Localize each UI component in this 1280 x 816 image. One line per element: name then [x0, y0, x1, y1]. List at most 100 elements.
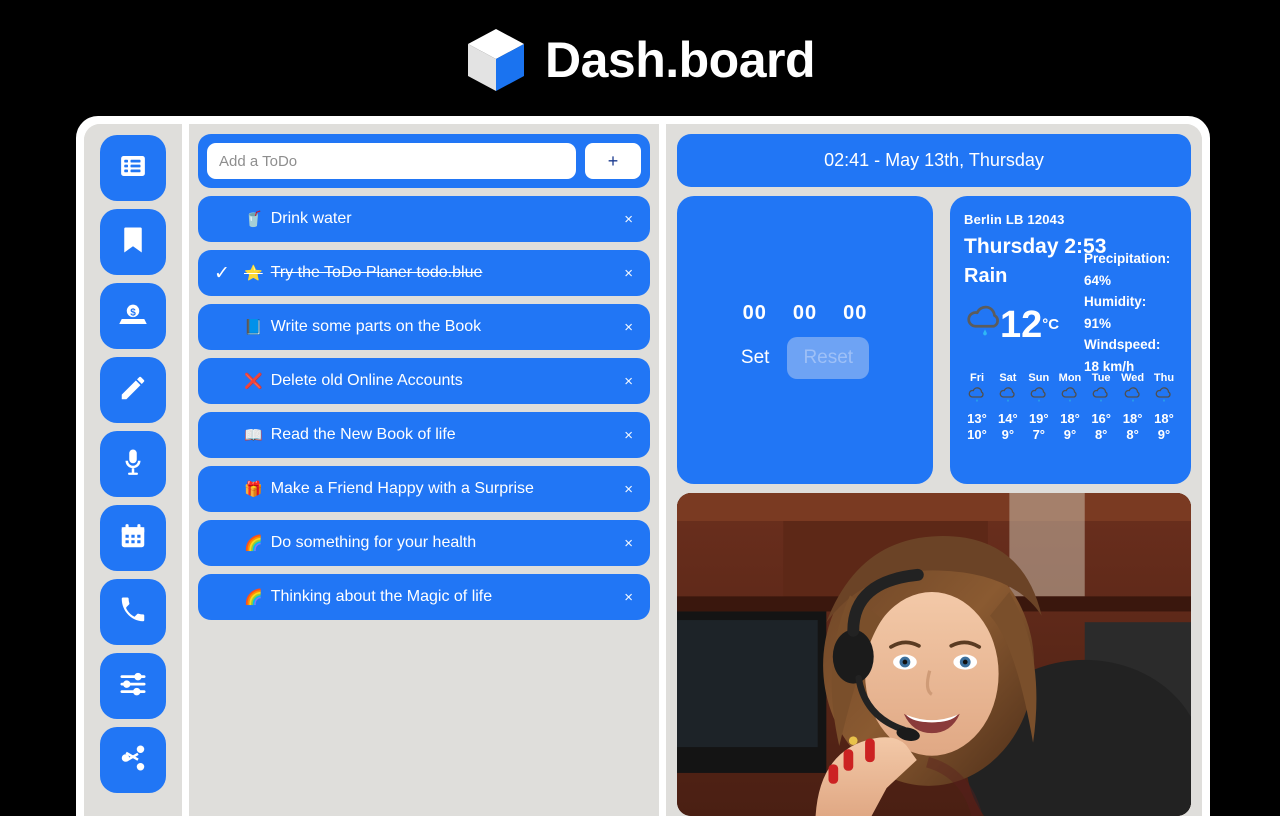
- todo-item[interactable]: ❌ Delete old Online Accounts ×: [198, 358, 650, 404]
- todo-item[interactable]: 🌈 Thinking about the Magic of life ×: [198, 574, 650, 620]
- weather-forecast: Fri 13° 10° Sat 14° 9° Sun 19° 7° Mon 18° 9° Tue 16° 8…: [964, 372, 1177, 442]
- share-icon: [118, 743, 148, 778]
- rain-cloud-icon: [964, 301, 1000, 348]
- todo-delete-icon[interactable]: ×: [621, 211, 636, 228]
- todo-text: Make a Friend Happy with a Surprise: [270, 480, 534, 497]
- pencil-icon: [118, 373, 148, 408]
- weather-current: 12 °C Precipitation: 64% Humidity: 91% W…: [964, 251, 1177, 378]
- page-title: Dash.board: [544, 32, 816, 88]
- todo-delete-icon[interactable]: ×: [621, 319, 636, 336]
- rain-cloud-icon: [997, 385, 1019, 410]
- todo-text: Write some parts on the Book: [270, 318, 482, 335]
- app-window: $ Add a ToDo + 🥤 Drink water × ✓ ⭐ Try t…: [76, 116, 1210, 816]
- forecast-low: 9°: [1063, 426, 1077, 442]
- todo-delete-icon[interactable]: ×: [621, 265, 636, 282]
- todo-item[interactable]: 📖 Read the New Book of life ×: [198, 412, 650, 458]
- forecast-high: 14°: [998, 410, 1018, 426]
- weather-humidity: Humidity: 91%: [1084, 294, 1147, 331]
- forecast-low: 8°: [1126, 426, 1139, 442]
- sidebar-item-calendar[interactable]: [100, 505, 166, 571]
- forecast-day: Mon 18° 9°: [1059, 372, 1082, 442]
- calendar-icon: [118, 521, 148, 556]
- forecast-low: 9°: [1001, 426, 1015, 442]
- money-icon: $: [118, 299, 148, 334]
- todo-emoji-icon: 📖: [244, 426, 263, 444]
- todo-delete-icon[interactable]: ×: [621, 373, 636, 390]
- todo-item[interactable]: 🥤 Drink water ×: [198, 196, 650, 242]
- timer-minutes[interactable]: 00: [793, 302, 817, 325]
- forecast-high: 16°: [1091, 410, 1111, 426]
- timer-seconds[interactable]: 00: [843, 302, 867, 325]
- sidebar-item-settings[interactable]: [100, 653, 166, 719]
- todo-item[interactable]: 📘 Write some parts on the Book ×: [198, 304, 650, 350]
- office-photo: [677, 493, 1191, 816]
- todo-label: 🥤 Drink water: [244, 210, 621, 228]
- list-icon: [118, 151, 148, 186]
- todo-emoji-icon: 🎁: [244, 480, 263, 498]
- todo-label: ⭐ Try the ToDo Planer todo.blue: [244, 264, 621, 282]
- forecast-day-label: Wed: [1121, 371, 1145, 384]
- rain-cloud-icon: [1059, 385, 1081, 410]
- forecast-day-label: Fri: [969, 371, 985, 384]
- forecast-day-label: Thu: [1153, 371, 1175, 384]
- todo-list: 🥤 Drink water × ✓ ⭐ Try the ToDo Planer todo.…: [198, 196, 650, 620]
- timer-hours[interactable]: 00: [743, 302, 767, 325]
- weather-widget: Berlin LB 12043 Thursday 2:53 Rain 12 °C…: [950, 196, 1191, 484]
- add-todo-button[interactable]: +: [585, 143, 641, 179]
- sidebar-item-bookmarks[interactable]: [100, 209, 166, 275]
- todo-item[interactable]: 🎁 Make a Friend Happy with a Surprise ×: [198, 466, 650, 512]
- todo-delete-icon[interactable]: ×: [621, 427, 636, 444]
- todo-text: Read the New Book of life: [270, 426, 456, 443]
- add-todo-bar: +: [198, 134, 650, 188]
- forecast-low: 8°: [1094, 426, 1108, 442]
- todo-text: Do something for your health: [270, 534, 477, 551]
- todo-label: ❌ Delete old Online Accounts: [244, 372, 621, 390]
- todo-delete-icon[interactable]: ×: [621, 589, 636, 606]
- sidebar-item-finance[interactable]: $: [100, 283, 166, 349]
- sidebar-item-calls[interactable]: [100, 579, 166, 645]
- add-todo-input[interactable]: [207, 143, 576, 179]
- weather-stats: Precipitation: 64% Humidity: 91% Windspe…: [1084, 248, 1177, 378]
- timer-widget: 00 00 00 Set Reset: [677, 196, 933, 484]
- todo-emoji-icon: 📘: [244, 318, 263, 336]
- forecast-day: Tue 16° 8°: [1090, 372, 1112, 442]
- forecast-low: 7°: [1032, 426, 1045, 442]
- timer-set-button[interactable]: Set: [741, 347, 770, 369]
- forecast-high: 18°: [1154, 410, 1174, 426]
- forecast-day-label: Mon: [1058, 371, 1082, 384]
- brand-header: Dash.board: [0, 0, 1280, 120]
- todo-check-icon[interactable]: ✓: [214, 262, 236, 285]
- svg-text:$: $: [130, 307, 136, 318]
- sidebar: $: [84, 124, 182, 816]
- todo-item[interactable]: 🌈 Do something for your health ×: [198, 520, 650, 566]
- todo-panel: + 🥤 Drink water × ✓ ⭐ Try the ToDo Planer tod…: [189, 124, 659, 816]
- todo-text: Drink water: [270, 210, 352, 227]
- forecast-high: 19°: [1028, 410, 1049, 426]
- sidebar-item-list[interactable]: [100, 135, 166, 201]
- todo-delete-icon[interactable]: ×: [621, 481, 636, 498]
- cube-icon: [465, 27, 527, 93]
- weather-precipitation: Precipitation: 64%: [1084, 251, 1171, 288]
- phone-icon: [118, 595, 148, 630]
- todo-item[interactable]: ✓ ⭐ Try the ToDo Planer todo.blue ×: [198, 250, 650, 296]
- clock-widget: 02:41 - May 13th, Thursday: [677, 134, 1191, 187]
- todo-delete-icon[interactable]: ×: [621, 535, 636, 552]
- forecast-low: 9°: [1157, 426, 1171, 442]
- weather-temperature: 12: [1000, 303, 1043, 346]
- forecast-high: 13°: [967, 410, 987, 426]
- sidebar-item-share[interactable]: [100, 727, 166, 793]
- forecast-low: 10°: [967, 426, 987, 442]
- sidebar-item-voice[interactable]: [100, 431, 166, 497]
- forecast-high: 18°: [1122, 410, 1143, 426]
- todo-label: 🌈 Do something for your health: [244, 534, 621, 552]
- bookmark-icon: [118, 225, 148, 260]
- weather-temp-wrap: 12 °C: [964, 272, 1084, 378]
- todo-emoji-icon: 🌈: [244, 534, 263, 552]
- rain-cloud-icon: [1122, 385, 1144, 410]
- timer-reset-button[interactable]: Reset: [787, 336, 870, 379]
- forecast-day: Fri 13° 10°: [966, 372, 988, 442]
- todo-emoji-icon: 🌈: [244, 588, 263, 606]
- forecast-day-label: Sat: [999, 371, 1017, 384]
- sidebar-item-notes[interactable]: [100, 357, 166, 423]
- todo-text: Thinking about the Magic of life: [270, 588, 493, 605]
